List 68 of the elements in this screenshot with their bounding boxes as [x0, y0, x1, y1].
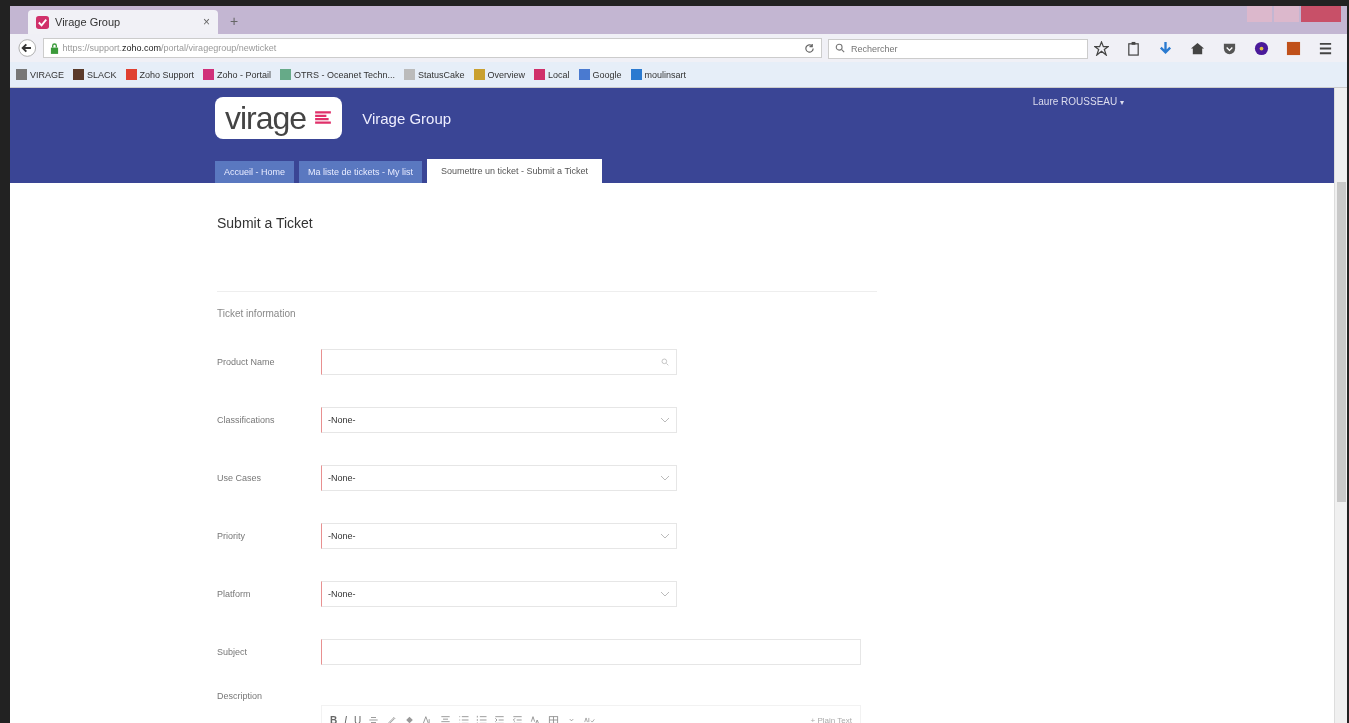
- select-field[interactable]: -None-: [321, 465, 677, 491]
- virage-logo[interactable]: virage: [215, 97, 343, 139]
- brand-name: Virage Group: [362, 109, 452, 127]
- table-icon[interactable]: [548, 715, 560, 723]
- format-button[interactable]: B: [330, 714, 338, 723]
- reload-icon[interactable]: [804, 42, 815, 54]
- extension-icon[interactable]: [1254, 40, 1269, 56]
- clipboard-icon[interactable]: [1126, 40, 1141, 56]
- browser-tab[interactable]: Virage Group ×: [28, 10, 218, 34]
- select-field[interactable]: -None-: [321, 407, 677, 433]
- numbered-list-icon[interactable]: [476, 715, 488, 723]
- site-icon: [36, 15, 49, 29]
- lock-icon: [49, 42, 59, 54]
- nav-tab[interactable]: Soumettre un ticket - Submit a Ticket: [427, 159, 603, 183]
- field-label: Platform: [217, 589, 252, 599]
- chevron-icon: [660, 532, 670, 540]
- bookmark-item[interactable]: Overview: [473, 69, 526, 80]
- bookmark-item[interactable]: moulinsart: [630, 69, 687, 80]
- browser-search-field[interactable]: Rechercher: [828, 39, 1088, 59]
- url-text: https://support.zoho.com/portal/viragegroup/newticket: [62, 43, 277, 53]
- field-label: Classifications: [217, 415, 276, 425]
- chevron-icon: [660, 416, 670, 424]
- field-label: Subject: [217, 647, 249, 657]
- nav-tab[interactable]: Ma liste de tickets - My list: [299, 161, 423, 183]
- strikethrough-icon[interactable]: [368, 715, 380, 723]
- spellcheck-icon[interactable]: [584, 715, 596, 723]
- format-button[interactable]: I: [344, 714, 347, 723]
- field-label: Priority: [217, 531, 246, 541]
- menu-icon[interactable]: [1318, 40, 1333, 56]
- field-label: Product Name: [217, 357, 276, 367]
- search-icon: [660, 358, 670, 366]
- field-label: Description: [217, 691, 264, 701]
- search-icon: [835, 43, 845, 53]
- bookmark-item[interactable]: Zoho - Portail: [203, 69, 272, 80]
- select-field[interactable]: -None-: [321, 581, 677, 607]
- indent-icon[interactable]: [494, 715, 506, 723]
- section-heading: Ticket information: [217, 308, 297, 319]
- bookmark-item[interactable]: Zoho Support: [125, 69, 195, 80]
- page-title: Submit a Ticket: [217, 215, 314, 231]
- bookmark-item[interactable]: Google: [578, 69, 622, 80]
- nav-tab[interactable]: Accueil - Home: [215, 161, 295, 183]
- address-bar[interactable]: https://support.zoho.com/portal/viragegroup/newticket: [42, 38, 822, 58]
- text-field[interactable]: [321, 639, 861, 665]
- pen-icon[interactable]: [386, 715, 398, 723]
- bookmark-item[interactable]: VIRAGE: [16, 69, 64, 80]
- bullet-list-icon[interactable]: [458, 715, 470, 723]
- download-icon[interactable]: [1158, 40, 1173, 56]
- field-label: Use Cases: [217, 473, 262, 483]
- scrollbar[interactable]: [1334, 88, 1347, 723]
- tab-title: Virage Group: [55, 16, 121, 28]
- select-field[interactable]: -None-: [321, 523, 677, 549]
- chevron-icon: [660, 474, 670, 482]
- outdent-icon[interactable]: [512, 715, 524, 723]
- bookmark-item[interactable]: Local: [534, 69, 570, 80]
- back-icon[interactable]: [18, 38, 37, 58]
- home-icon[interactable]: [1190, 40, 1205, 56]
- close-tab-button[interactable]: ×: [203, 15, 210, 29]
- chevron-icon: [660, 590, 670, 598]
- text-style-icon[interactable]: [530, 715, 542, 723]
- extension-icon[interactable]: [1286, 40, 1301, 56]
- bookmark-item[interactable]: SLACK: [73, 69, 117, 80]
- user-menu[interactable]: Laure ROUSSEAU ▾: [1032, 96, 1124, 107]
- bookmark-item[interactable]: OTRS - Oceanet Techn...: [280, 69, 395, 80]
- align-icon[interactable]: [440, 715, 452, 723]
- format-button[interactable]: U: [354, 714, 362, 723]
- bookmark-item[interactable]: StatusCake: [404, 69, 465, 80]
- lookup-field[interactable]: [321, 349, 677, 375]
- star-icon[interactable]: [1094, 40, 1109, 56]
